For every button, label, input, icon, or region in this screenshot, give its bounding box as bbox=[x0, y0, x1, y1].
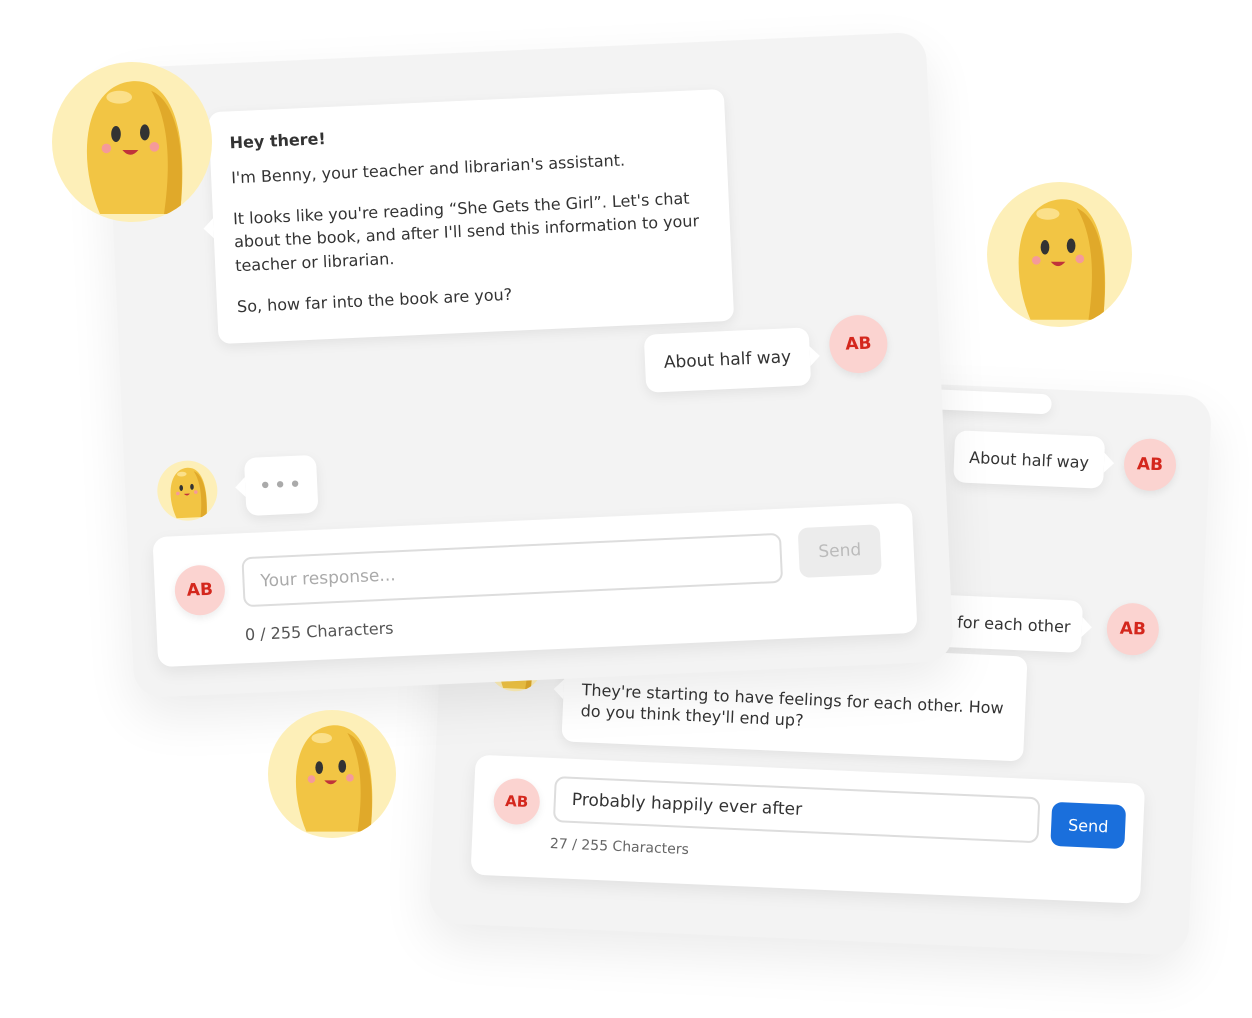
character-count: 0 / 255 Characters bbox=[244, 618, 394, 645]
send-button[interactable]: Send bbox=[1050, 801, 1127, 850]
user-message: About half way bbox=[643, 327, 812, 393]
benny-thinking-icon bbox=[268, 710, 396, 838]
front-chat-panel: Hey there! I'm Benny, your teacher and l… bbox=[106, 31, 954, 699]
typing-indicator: ••• bbox=[243, 454, 319, 517]
benny-laughing-icon bbox=[987, 182, 1132, 327]
bot-greeting-message: Hey there! I'm Benny, your teacher and l… bbox=[208, 88, 735, 345]
greeting-line: It looks like you're reading “She Gets t… bbox=[232, 188, 700, 275]
user-avatar: AB bbox=[492, 777, 541, 826]
send-button-disabled[interactable]: Send bbox=[797, 524, 882, 578]
user-message: About half way bbox=[953, 430, 1106, 489]
character-count: 27 / 255 Characters bbox=[549, 835, 690, 859]
greeting-line: I'm Benny, your teacher and librarian's … bbox=[230, 150, 626, 188]
bot-message-text: They're starting to have feelings for ea… bbox=[580, 680, 1004, 730]
response-input[interactable]: Probably happily ever after bbox=[552, 776, 1041, 844]
response-input[interactable]: Your response... bbox=[241, 532, 784, 608]
user-avatar: AB bbox=[173, 564, 226, 617]
greeting-title: Hey there! bbox=[229, 129, 327, 153]
benny-waving-icon bbox=[52, 62, 212, 222]
greeting-line: So, how far into the book are you? bbox=[236, 284, 513, 316]
